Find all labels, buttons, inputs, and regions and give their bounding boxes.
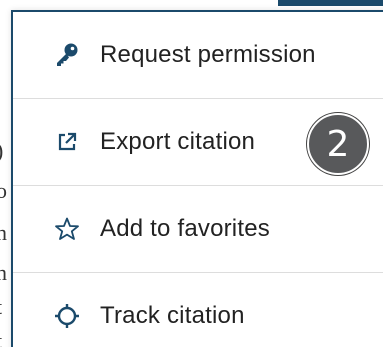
menu-item-label: Add to favorites (100, 215, 270, 242)
menu-item-track-citation[interactable]: Track citation (13, 273, 383, 347)
callout-number-badge: 2 (307, 113, 369, 175)
crosshair-icon (53, 302, 81, 330)
background-char: n (0, 220, 7, 245)
screen: ) o n n t t Request permission (0, 0, 383, 347)
background-char: ) (0, 140, 3, 162)
menu-item-request-permission[interactable]: Request permission (13, 12, 383, 98)
header-bar-edge (278, 0, 383, 6)
background-char: o (0, 178, 7, 203)
menu-item-add-to-favorites[interactable]: Add to favorites (13, 186, 383, 272)
menu-item-label: Export citation (100, 128, 256, 155)
background-char: t (0, 296, 2, 318)
background-char: n (0, 260, 7, 285)
menu-item-label: Request permission (100, 41, 316, 68)
actions-dropdown-menu: Request permission Export citation Add t… (11, 10, 383, 347)
key-icon (53, 41, 81, 69)
menu-item-label: Track citation (100, 302, 245, 329)
external-link-icon (53, 128, 81, 156)
star-outline-icon (53, 215, 81, 243)
background-char: t (0, 330, 2, 347)
